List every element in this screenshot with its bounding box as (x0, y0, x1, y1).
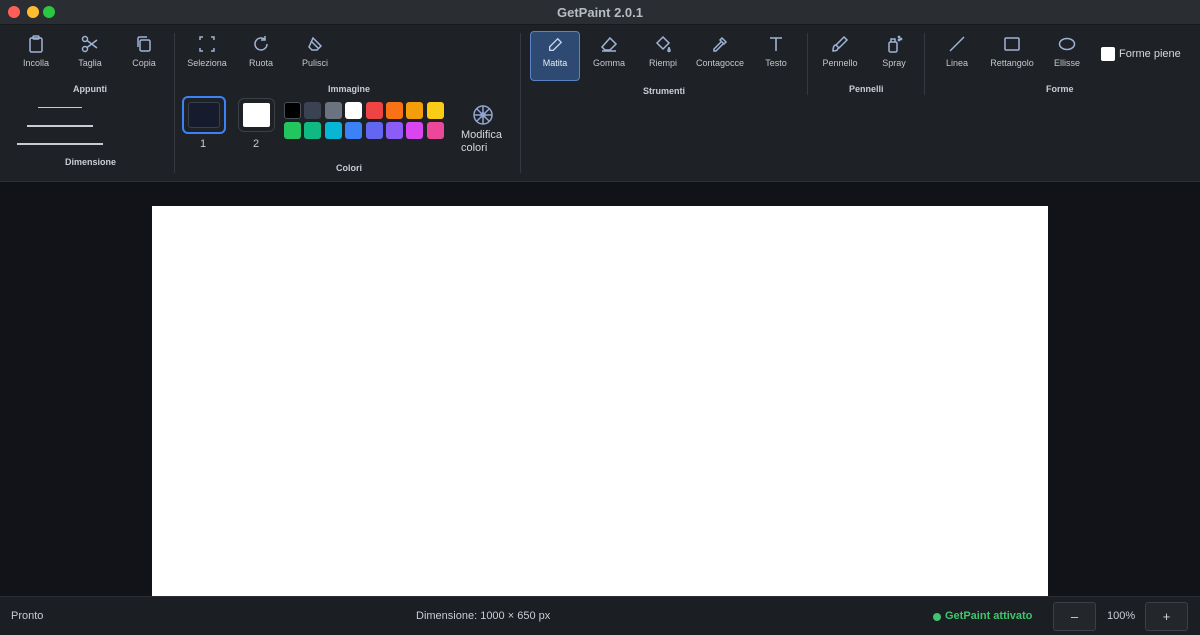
pencil-tool-button[interactable]: Matita (527, 37, 583, 68)
clear-button[interactable]: Pulisci (287, 35, 343, 68)
palette-swatch[interactable] (304, 102, 322, 119)
copy-icon (137, 36, 151, 52)
spray-label: Spray (882, 58, 906, 68)
color2-label: 2 (253, 138, 260, 150)
fill-shapes-checkbox[interactable] (1101, 47, 1115, 61)
window-title: GetPaint 2.0.1 (557, 5, 643, 20)
drawing-canvas[interactable] (152, 206, 1048, 596)
fill-label: Riempi (648, 58, 677, 68)
color-picker-label: Contagocce (695, 58, 745, 68)
status-dot-icon (933, 613, 941, 621)
text-label: Testo (765, 58, 787, 68)
palette-swatch[interactable] (406, 122, 424, 139)
cut-button[interactable]: Taglia (62, 35, 118, 68)
palette-swatch[interactable] (284, 122, 301, 139)
status-text: Pronto (11, 610, 44, 622)
copy-button[interactable]: Copia (116, 35, 172, 68)
fill-shapes-label: Forme piene (1119, 48, 1181, 60)
palette-swatch[interactable] (426, 102, 444, 119)
line-label: Linea (945, 58, 969, 68)
palette-swatch[interactable] (365, 122, 383, 139)
color-wheel-icon[interactable] (472, 104, 494, 131)
spray-can-icon (888, 35, 903, 53)
color2-selector[interactable] (238, 98, 275, 132)
spray-button[interactable]: Spray (866, 35, 922, 68)
rectangle-shape-button[interactable]: Rettangolo (984, 35, 1040, 68)
brush-button[interactable]: Pennello (812, 35, 868, 68)
palette-swatch[interactable] (386, 122, 403, 139)
palette-swatch[interactable] (345, 102, 363, 119)
line-shape-button[interactable]: Linea (929, 35, 985, 68)
color-picker-tool-button[interactable]: Contagocce (692, 35, 748, 68)
size-group-label: Dimensione (65, 157, 117, 167)
brush-label: Pennello (822, 58, 858, 68)
line-icon (949, 36, 965, 52)
paste-label: Incolla (22, 58, 49, 68)
palette-swatch[interactable] (284, 102, 301, 119)
palette-swatch[interactable] (324, 102, 342, 119)
zoom-out-button[interactable]: – (1053, 602, 1096, 631)
eyedropper-icon (713, 36, 728, 52)
rectangle-icon (1004, 37, 1020, 51)
paste-button[interactable]: Incolla (8, 35, 64, 68)
palette-swatch[interactable] (386, 102, 403, 119)
rotate-label: Ruota (248, 58, 274, 68)
rectangle-label: Rettangolo (990, 58, 1034, 68)
size-option-large[interactable] (17, 143, 103, 145)
eraser-tool-button[interactable]: Gomma (581, 35, 637, 68)
pencil-icon (549, 37, 563, 51)
status-bar: Pronto Dimensione: 1000 × 650 px GetPain… (0, 596, 1200, 635)
ellipse-shape-button[interactable]: Ellisse (1039, 35, 1095, 68)
shapes-group-label: Forme (1046, 84, 1074, 94)
color1-selector[interactable] (182, 96, 226, 134)
zoom-level: 100% (1107, 610, 1136, 622)
text-tool-button[interactable]: Testo (748, 35, 804, 68)
fill-tool-button[interactable]: Riempi (635, 35, 691, 68)
color2-swatch (243, 103, 270, 127)
ellipse-label: Ellisse (1053, 58, 1080, 68)
eraser-label: Gomma (592, 58, 625, 68)
zoom-in-button[interactable]: + (1145, 602, 1188, 631)
cut-label: Taglia (78, 58, 102, 68)
rotate-icon (254, 36, 268, 51)
colors-group-label: Colori (336, 163, 362, 173)
edit-colors-button[interactable]: Modifica colori (461, 129, 517, 155)
color1-swatch (188, 102, 220, 128)
copy-label: Copia (132, 58, 156, 68)
eraser-icon (600, 36, 618, 52)
palette-swatch[interactable] (365, 102, 383, 119)
color1-label: 1 (200, 138, 207, 150)
palette-swatch[interactable] (406, 102, 424, 119)
brush-icon (832, 35, 849, 52)
selection-icon (199, 36, 215, 52)
tools-group-label: Strumenti (643, 86, 686, 96)
size-option-small[interactable] (38, 107, 82, 108)
select-button[interactable]: Seleziona (179, 35, 235, 68)
clear-icon (308, 36, 323, 51)
text-icon (770, 37, 782, 51)
image-group-label: Immagine (328, 84, 371, 94)
canvas-dimensions: Dimensione: 1000 × 650 px (416, 610, 551, 622)
palette-swatch[interactable] (345, 122, 363, 139)
ribbon-toolbar: Incolla Taglia Copia Appunti Dimensione … (0, 25, 1200, 182)
clipboard-group-label: Appunti (73, 84, 107, 94)
palette-swatch[interactable] (426, 122, 444, 139)
select-label: Seleziona (187, 58, 227, 68)
brushes-group-label: Pennelli (849, 84, 884, 94)
clear-label: Pulisci (301, 58, 328, 68)
size-option-medium[interactable] (27, 125, 93, 127)
activation-status: GetPaint attivato (945, 610, 1033, 622)
scissors-icon (81, 35, 98, 53)
title-bar: GetPaint 2.0.1 (0, 0, 1200, 25)
palette-swatch[interactable] (324, 122, 342, 139)
ellipse-icon (1058, 37, 1076, 51)
pencil-label: Matita (542, 58, 568, 68)
rotate-button[interactable]: Ruota (233, 35, 289, 68)
palette-swatch[interactable] (304, 122, 322, 139)
paint-bucket-icon (655, 35, 671, 53)
clipboard-icon (29, 35, 43, 53)
